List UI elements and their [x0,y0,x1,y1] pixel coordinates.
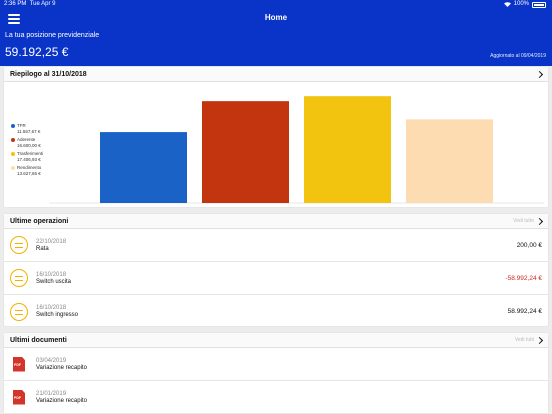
legend-dot [11,152,15,156]
operation-amount: 200,00 € [516,241,542,249]
battery-icon [532,1,546,8]
pdf-icon: PDF [13,389,25,405]
operation-amount: -58.992,24 € [505,274,542,282]
operation-date: 16/10/2018 [36,305,67,311]
legend-item-tfr: TFR 11.557,67 € [11,123,43,135]
operation-date: 22/10/2018 [36,238,67,245]
summary-card: Riepilogo al 31/10/2018 TFR 11.557,67 € Ad… [4,67,548,207]
pdf-icon-label: PDF [14,362,21,367]
pdf-icon: PDF [13,356,25,372]
document-row[interactable]: PDF 21/01/2019 Variazione recapito [4,381,548,414]
legend-dot [11,124,15,128]
legend-label: Rendimento 13.627,65 € [17,165,42,176]
transfer-icon [10,236,28,254]
operations-card: Ultime operazioni Vedi tutte 22/10/2018 … [4,214,548,326]
legend-label: Trasferimenti 17.406,93 € [17,151,44,162]
document-date: 03/04/2019 [36,357,67,364]
operation-row[interactable]: 22/10/2018 Rata 200,00 € [4,229,548,262]
document-name: Variazione recapito [36,364,87,371]
documents-header[interactable]: Ultimi documenti Vedi tutti [4,333,548,348]
legend-item-rendimento: Rendimento 13.627,65 € [11,165,43,177]
legend-item-trasferimenti: Trasferimenti 17.406,93 € [11,151,43,163]
documents-card: Ultimi documenti Vedi tutti PDF 03/04/20… [4,333,548,414]
battery-percent: 100% [513,1,529,7]
updated-label: Aggiornato al 09/04/2019 [490,53,546,59]
operations-header[interactable]: Ultime operazioni Vedi tutte [4,214,548,229]
document-name: Variazione recapito [36,397,87,404]
status-bar: 2:36 PM Tue Apr 9 100% [0,0,552,10]
operations-title: Ultime operazioni [10,217,69,225]
operation-name: Rata [36,245,49,252]
pdf-icon-label: PDF [14,395,21,400]
chart-bar-tfr [100,132,187,203]
chart-bar-trasferimenti [304,96,391,203]
legend-dot [11,166,15,170]
operation-row[interactable]: 16/10/2018 Switch ingresso 58.992,24 € [4,295,548,328]
page-title: Home [264,13,288,22]
legend-dot [11,138,15,142]
operation-name: Switch uscita [36,278,72,285]
transfer-icon [10,269,28,287]
chevron-right-icon[interactable] [535,336,544,344]
see-all-operations-link[interactable]: Vedi tutte [513,218,534,224]
app-header: 2:36 PM Tue Apr 9 100% Home La tua posiz… [0,0,552,66]
legend-label: Aderente 16.600,00 € [17,137,41,148]
chart-bar-rendimento [406,119,493,203]
operation-name: Switch ingresso [36,312,79,318]
see-all-documents-link[interactable]: Vedi tutti [515,337,534,343]
position-label: La tua posizione previdenziale [5,32,100,39]
wifi-icon [503,2,511,7]
document-date: 21/01/2019 [36,390,67,397]
legend-item-aderente: Aderente 16.600,00 € [11,137,43,149]
documents-title: Ultimi documenti [10,336,67,344]
operation-row[interactable]: 16/10/2018 Switch uscita -58.992,24 € [4,262,548,295]
chevron-right-icon[interactable] [535,217,544,225]
document-row[interactable]: PDF 03/04/2019 Variazione recapito [4,348,548,381]
operation-date: 16/10/2018 [36,271,67,278]
chart-legend: TFR 11.557,67 € Aderente 16.600,00 € Trasfer… [11,123,43,179]
summary-chart [49,96,544,204]
position-value: 59.192,25 € [5,45,69,59]
status-right: 100% [503,0,546,9]
chart-bar-aderente [202,101,289,203]
operation-amount: 58.992,24 € [507,308,542,315]
status-time: 2:36 PM Tue Apr 9 [4,1,56,7]
legend-label: TFR 11.557,67 € [17,123,41,134]
transfer-icon [10,302,28,321]
